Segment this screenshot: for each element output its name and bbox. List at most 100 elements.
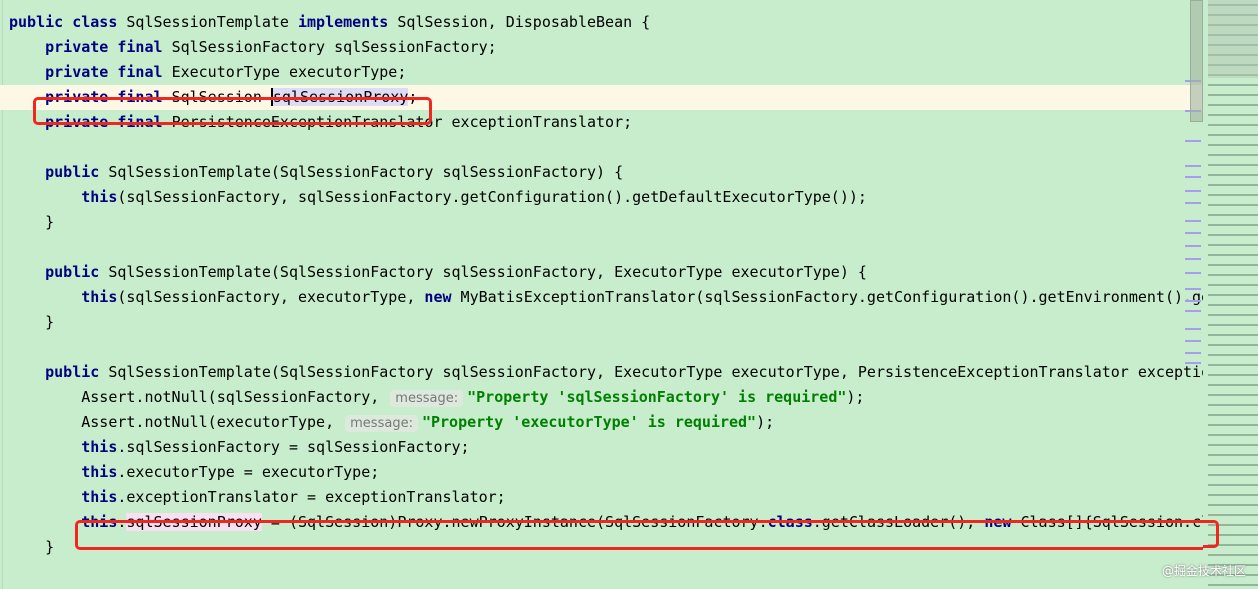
code-line[interactable]	[0, 135, 1203, 160]
code-text: Assert.notNull(sqlSessionFactory,	[9, 388, 389, 406]
code-text: ExecutorType executorType;	[171, 63, 407, 81]
keyword: new	[984, 513, 1021, 531]
keyword: private final	[45, 88, 172, 106]
usage-marker[interactable]	[1185, 288, 1201, 290]
string-literal: "Property 'sqlSessionFactory' is require…	[467, 388, 847, 406]
usage-marker[interactable]	[1185, 165, 1201, 167]
selected-symbol: sqlSessionProxy	[270, 88, 409, 106]
code-line[interactable]: public class SqlSessionTemplate implemen…	[0, 10, 1203, 35]
code-text: = (SqlSession)Proxy.newProxyInstance(Sql…	[261, 513, 768, 531]
parameter-hint: message:	[345, 415, 418, 432]
keyword: this	[81, 188, 118, 206]
usage-marker[interactable]	[1185, 310, 1201, 312]
usage-marker[interactable]	[1185, 362, 1201, 364]
code-text: SqlSessionTemplate(SqlSessionFactory sql…	[108, 163, 624, 181]
code-line[interactable]: public SqlSessionTemplate(SqlSessionFact…	[0, 360, 1203, 385]
keyword: private final	[45, 38, 172, 56]
code-text: SqlSessionTemplate(SqlSessionFactory sql…	[108, 263, 867, 281]
code-text: Assert.notNull(executorType,	[9, 413, 344, 431]
code-line[interactable]: this.sqlSessionFactory = sqlSessionFacto…	[0, 435, 1203, 460]
keyword: implements	[298, 13, 398, 31]
code-text: (sqlSessionFactory, executorType,	[117, 288, 425, 306]
keyword: private final	[45, 113, 172, 131]
usage-marker[interactable]	[1185, 190, 1201, 192]
code-minimap[interactable]	[1208, 0, 1258, 589]
code-text: (sqlSessionFactory, sqlSessionFactory.ge…	[117, 188, 867, 206]
symbol-usage-highlight: sqlSessionProxy	[126, 513, 262, 531]
usage-marker[interactable]	[1185, 220, 1201, 222]
usage-marker[interactable]	[1185, 300, 1201, 302]
code-line[interactable]: }	[0, 535, 1203, 560]
code-line[interactable]: this.sqlSessionProxy = (SqlSession)Proxy…	[0, 510, 1203, 535]
code-text: }	[9, 313, 55, 331]
code-editor[interactable]: public class SqlSessionTemplate implemen…	[0, 0, 1203, 589]
code-line[interactable]: public SqlSessionTemplate(SqlSessionFact…	[0, 260, 1203, 285]
code-text: SqlSessionFactory sqlSessionFactory;	[171, 38, 497, 56]
keyword: public class	[9, 13, 127, 31]
code-line[interactable]: public SqlSessionTemplate(SqlSessionFact…	[0, 160, 1203, 185]
code-text: .getClassLoader(),	[812, 513, 985, 531]
code-line[interactable]: private final ExecutorType executorType;	[0, 60, 1203, 85]
code-text: .exceptionTranslator = exceptionTranslat…	[117, 488, 506, 506]
code-text: }	[9, 538, 55, 556]
parameter-hint: message:	[390, 390, 464, 407]
usage-marker[interactable]	[1185, 340, 1201, 342]
watermark: @掘金技术社区	[1161, 564, 1246, 578]
keyword: this	[81, 463, 118, 481]
keyword: class	[767, 513, 813, 531]
keyword: this	[81, 288, 118, 306]
code-text: MyBatisExceptionTranslator(sqlSessionFac…	[460, 288, 1203, 306]
usage-marker[interactable]	[1185, 352, 1201, 354]
minimap-viewport[interactable]	[1208, 0, 1258, 78]
keyword: public	[45, 363, 109, 381]
code-line[interactable]: this.executorType = executorType;	[0, 460, 1203, 485]
code-text: .executorType = executorType;	[117, 463, 380, 481]
scrollbar-thumb[interactable]	[1190, 0, 1203, 122]
code-text: SqlSession, DisposableBean {	[397, 13, 651, 31]
usage-marker[interactable]	[1185, 202, 1201, 204]
keyword: private final	[45, 63, 172, 81]
usage-marker[interactable]	[1185, 258, 1201, 260]
code-text: }	[9, 213, 55, 231]
code-line[interactable]: private final SqlSession sqlSessionProxy…	[0, 85, 1203, 110]
code-line[interactable]: this.exceptionTranslator = exceptionTran…	[0, 485, 1203, 510]
code-line[interactable]: }	[0, 210, 1203, 235]
keyword: this	[81, 513, 118, 531]
code-line[interactable]: private final PersistenceExceptionTransl…	[0, 110, 1203, 135]
code-line[interactable]: private final SqlSessionFactory sqlSessi…	[0, 35, 1203, 60]
code-text: PersistenceExceptionTranslator exception…	[171, 113, 633, 131]
keyword: public	[45, 263, 109, 281]
code-text: );	[756, 413, 775, 431]
code-line[interactable]	[0, 335, 1203, 360]
usage-marker[interactable]	[1185, 232, 1201, 234]
usage-marker[interactable]	[1185, 245, 1201, 247]
code-text: SqlSessionTemplate(SqlSessionFactory sql…	[108, 363, 1203, 381]
code-line[interactable]: Assert.notNull(executorType, message: "Pr…	[0, 410, 1203, 435]
keyword: this	[81, 488, 118, 506]
keyword: public	[45, 163, 109, 181]
code-line[interactable]: Assert.notNull(sqlSessionFactory, messag…	[0, 385, 1203, 410]
usage-marker[interactable]	[1185, 140, 1201, 142]
code-text: Class[]{SqlSession.class}, new SqlSessio…	[1020, 513, 1203, 531]
code-line[interactable]: }	[0, 310, 1203, 335]
code-line[interactable]	[0, 235, 1203, 260]
usage-marker[interactable]	[1185, 328, 1201, 330]
code-text: SqlSessionTemplate	[126, 13, 298, 31]
code-text: SqlSession	[171, 88, 271, 106]
keyword: this	[81, 438, 118, 456]
code-line[interactable]: this(sqlSessionFactory, executorType, ne…	[0, 285, 1203, 310]
usage-marker[interactable]	[1185, 272, 1201, 274]
code-line[interactable]: this(sqlSessionFactory, sqlSessionFactor…	[0, 185, 1203, 210]
usage-marker[interactable]	[1185, 176, 1201, 178]
